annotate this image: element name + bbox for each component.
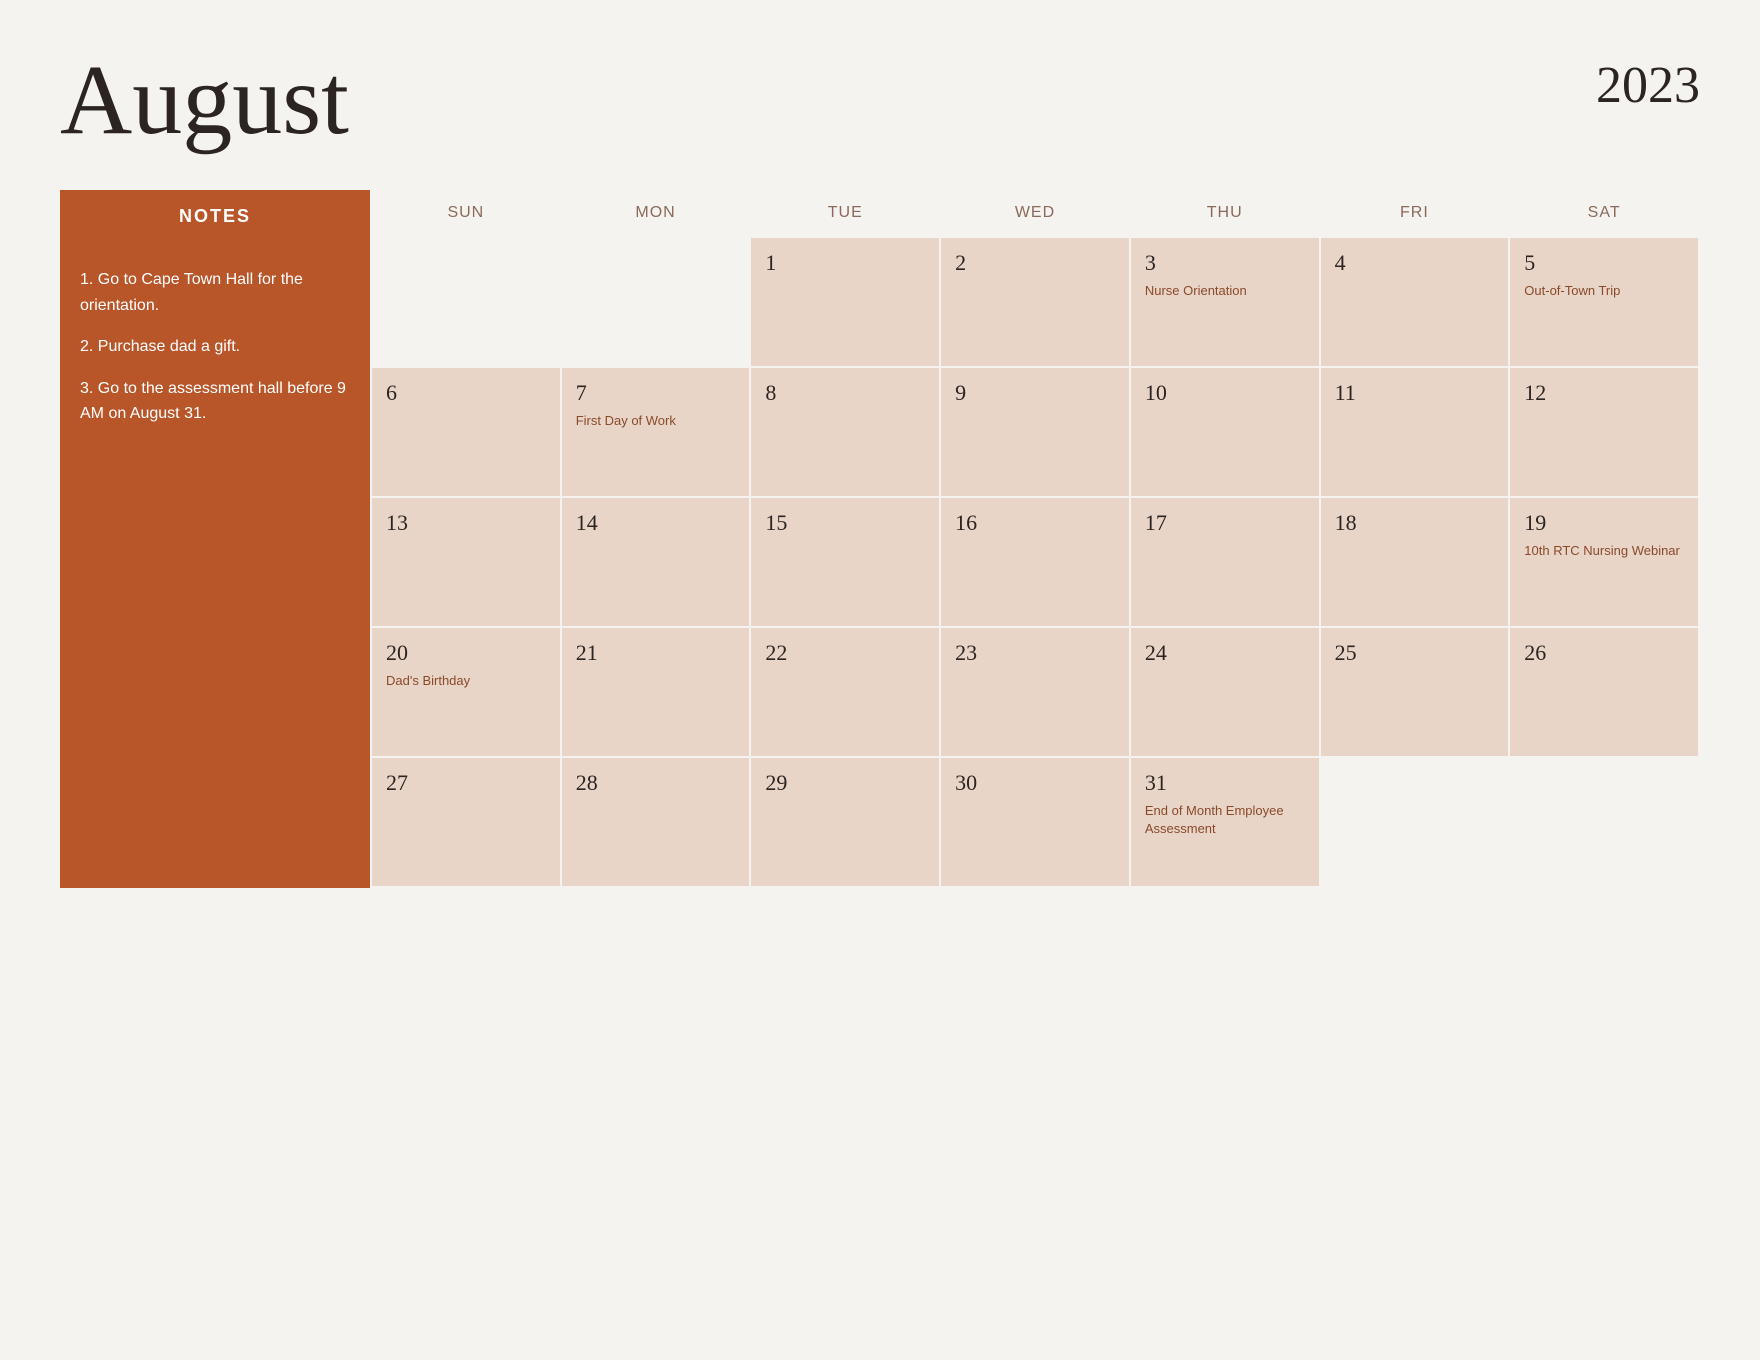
calendar-row-1: 1 2 3 Nurse Orientation 4 5 Out-of-Town Trip bbox=[370, 238, 1700, 368]
calendar-cell-2-1: 6 bbox=[372, 368, 562, 498]
cell-day-number: 5 bbox=[1524, 250, 1684, 276]
calendar-cell-1-2 bbox=[562, 238, 752, 368]
cell-event-label: Nurse Orientation bbox=[1145, 282, 1305, 300]
cell-day-number: 23 bbox=[955, 640, 1115, 666]
calendar-cell-4-4: 23 bbox=[941, 628, 1131, 758]
notes-body: 1. Go to Cape Town Hall for the orientat… bbox=[60, 243, 370, 888]
day-header-thu: THU bbox=[1131, 190, 1321, 238]
calendar-cell-2-6: 11 bbox=[1321, 368, 1511, 498]
day-header-mon: MON bbox=[562, 190, 752, 238]
note-item-2: 2. Purchase dad a gift. bbox=[80, 334, 350, 360]
cell-day-number: 8 bbox=[765, 380, 925, 406]
calendar-cell-5-4: 30 bbox=[941, 758, 1131, 888]
cell-day-number: 10 bbox=[1145, 380, 1305, 406]
notes-header: NOTES bbox=[60, 190, 370, 243]
cell-event-label: Out-of-Town Trip bbox=[1524, 282, 1684, 300]
calendar-row-2: 6 7 First Day of Work 8 9 10 11 12 bbox=[370, 368, 1700, 498]
day-header-tue: TUE bbox=[751, 190, 941, 238]
cell-day-number: 16 bbox=[955, 510, 1115, 536]
calendar-cell-5-7 bbox=[1510, 758, 1700, 888]
calendar-cell-4-5: 24 bbox=[1131, 628, 1321, 758]
calendar-wrapper: NOTES 1. Go to Cape Town Hall for the or… bbox=[60, 190, 1700, 888]
calendar-cell-3-2: 14 bbox=[562, 498, 752, 628]
calendar-cell-4-6: 25 bbox=[1321, 628, 1511, 758]
calendar-cell-2-3: 8 bbox=[751, 368, 941, 498]
calendar-cell-1-6: 4 bbox=[1321, 238, 1511, 368]
calendar-cell-1-5: 3 Nurse Orientation bbox=[1131, 238, 1321, 368]
cell-day-number: 20 bbox=[386, 640, 546, 666]
cell-day-number: 12 bbox=[1524, 380, 1684, 406]
calendar-cell-3-3: 15 bbox=[751, 498, 941, 628]
cell-day-number: 14 bbox=[576, 510, 736, 536]
cell-event-label: 10th RTC Nursing Webinar bbox=[1524, 542, 1684, 560]
cell-day-number: 17 bbox=[1145, 510, 1305, 536]
calendar-cell-4-2: 21 bbox=[562, 628, 752, 758]
calendar-cell-5-3: 29 bbox=[751, 758, 941, 888]
year-title: 2023 bbox=[1596, 50, 1700, 112]
notes-section: NOTES 1. Go to Cape Town Hall for the or… bbox=[60, 190, 370, 888]
calendar-cell-5-5: 31 End of Month Employee Assessment bbox=[1131, 758, 1321, 888]
note-item-1: 1. Go to Cape Town Hall for the orientat… bbox=[80, 267, 350, 318]
cell-event-label: End of Month Employee Assessment bbox=[1145, 802, 1305, 838]
cell-day-number: 3 bbox=[1145, 250, 1305, 276]
cell-day-number: 22 bbox=[765, 640, 925, 666]
calendar-row-4: 20 Dad's Birthday 21 22 23 24 25 26 bbox=[370, 628, 1700, 758]
cell-day-number: 31 bbox=[1145, 770, 1305, 796]
calendar-cell-2-5: 10 bbox=[1131, 368, 1321, 498]
cell-event-label: First Day of Work bbox=[576, 412, 736, 430]
calendar-cell-5-2: 28 bbox=[562, 758, 752, 888]
cell-day-number: 24 bbox=[1145, 640, 1305, 666]
calendar-cell-1-1 bbox=[372, 238, 562, 368]
cell-day-number: 2 bbox=[955, 250, 1115, 276]
calendar-rows: 123Nurse Orientation45Out-of-Town Trip67… bbox=[370, 238, 1700, 888]
calendar-cell-3-6: 18 bbox=[1321, 498, 1511, 628]
calendar-cell-4-1: 20 Dad's Birthday bbox=[372, 628, 562, 758]
month-title: August bbox=[60, 50, 349, 150]
cell-day-number: 27 bbox=[386, 770, 546, 796]
cell-day-number: 30 bbox=[955, 770, 1115, 796]
calendar-grid: SUN MON TUE WED THU FRI SAT 123Nurse Ori… bbox=[370, 190, 1700, 888]
cell-day-number: 1 bbox=[765, 250, 925, 276]
calendar-cell-1-3: 1 bbox=[751, 238, 941, 368]
calendar-cell-3-5: 17 bbox=[1131, 498, 1321, 628]
calendar-cell-3-1: 13 bbox=[372, 498, 562, 628]
day-headers: SUN MON TUE WED THU FRI SAT bbox=[370, 190, 1700, 238]
cell-day-number: 18 bbox=[1335, 510, 1495, 536]
calendar-cell-3-4: 16 bbox=[941, 498, 1131, 628]
calendar-cell-5-1: 27 bbox=[372, 758, 562, 888]
cell-day-number: 13 bbox=[386, 510, 546, 536]
calendar-cell-1-7: 5 Out-of-Town Trip bbox=[1510, 238, 1700, 368]
calendar-cell-1-4: 2 bbox=[941, 238, 1131, 368]
day-header-wed: WED bbox=[941, 190, 1131, 238]
calendar-cell-2-7: 12 bbox=[1510, 368, 1700, 498]
cell-day-number: 6 bbox=[386, 380, 546, 406]
note-item-3: 3. Go to the assessment hall before 9 AM… bbox=[80, 376, 350, 427]
cell-day-number: 29 bbox=[765, 770, 925, 796]
calendar-cell-4-7: 26 bbox=[1510, 628, 1700, 758]
calendar-cell-4-3: 22 bbox=[751, 628, 941, 758]
calendar-cell-2-2: 7 First Day of Work bbox=[562, 368, 752, 498]
calendar-cell-3-7: 19 10th RTC Nursing Webinar bbox=[1510, 498, 1700, 628]
cell-day-number: 9 bbox=[955, 380, 1115, 406]
calendar-row-5: 27 28 29 30 31 End of Month Employee Assessme… bbox=[370, 758, 1700, 888]
cell-day-number: 11 bbox=[1335, 380, 1495, 406]
day-header-sat: SAT bbox=[1510, 190, 1700, 238]
cell-day-number: 25 bbox=[1335, 640, 1495, 666]
cell-event-label: Dad's Birthday bbox=[386, 672, 546, 690]
cell-day-number: 19 bbox=[1524, 510, 1684, 536]
page-header: August 2023 bbox=[60, 50, 1700, 150]
cell-day-number: 7 bbox=[576, 380, 736, 406]
day-header-fri: FRI bbox=[1321, 190, 1511, 238]
calendar-cell-2-4: 9 bbox=[941, 368, 1131, 498]
calendar-row-3: 13 14 15 16 17 18 19 10th RTC Nursing Webinar bbox=[370, 498, 1700, 628]
cell-day-number: 15 bbox=[765, 510, 925, 536]
cell-day-number: 21 bbox=[576, 640, 736, 666]
calendar-cell-5-6 bbox=[1321, 758, 1511, 888]
cell-day-number: 26 bbox=[1524, 640, 1684, 666]
cell-day-number: 4 bbox=[1335, 250, 1495, 276]
cell-day-number: 28 bbox=[576, 770, 736, 796]
day-header-sun: SUN bbox=[372, 190, 562, 238]
